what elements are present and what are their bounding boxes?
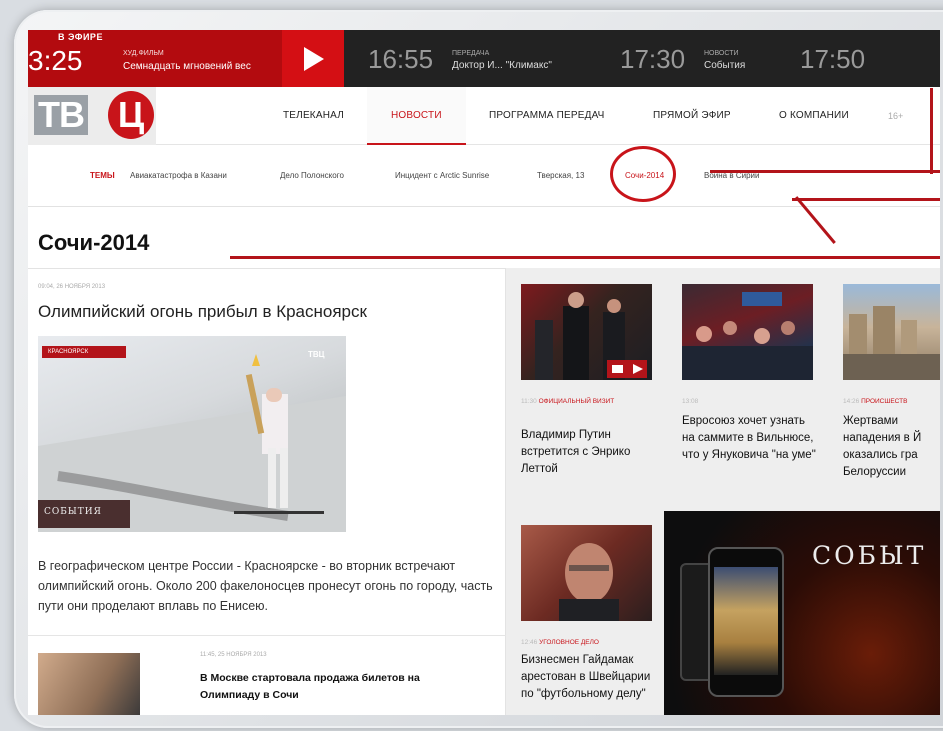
schedule-category: НОВОСТИ xyxy=(704,50,739,57)
secondary-story-title[interactable]: В Москве стартовала продажа билетов на О… xyxy=(200,670,460,704)
card-meta: 11:30 ОФИЦИАЛЬНЫЙ ВИЗИТ xyxy=(521,397,641,406)
main-story-date: 09:04, 26 НОЯБРЯ 2013 xyxy=(38,284,106,290)
photo-caption-bottom: СОБЫТИЯ xyxy=(44,507,102,517)
events-app-promo[interactable]: СОБЫТ xyxy=(664,511,940,715)
nav-pryamoy-efir[interactable]: ПРЯМОЙ ЭФИР xyxy=(653,87,731,145)
browser-screen: В ЭФИРЕ 3:25 ХУД.ФИЛЬМ Семнадцать мгнове… xyxy=(28,30,940,715)
now-genre: ХУД.ФИЛЬМ xyxy=(123,50,164,57)
nav-programma[interactable]: ПРОГРАММА ПЕРЕДАЧ xyxy=(489,87,605,145)
promo-word: СОБЫТ xyxy=(812,541,927,570)
card-image[interactable] xyxy=(843,284,940,380)
card-image[interactable] xyxy=(521,525,652,621)
businessman-image xyxy=(559,543,619,621)
topic-link[interactable]: Тверская, 13 xyxy=(537,171,584,180)
card-title[interactable]: Евросоюз хочет узнать на саммите в Вильн… xyxy=(682,413,816,464)
schedule-item[interactable]: 17:30 НОВОСТИ События xyxy=(620,30,790,87)
card-category: ПРОИСШЕСТВ xyxy=(861,398,908,405)
card-time: 14:26 xyxy=(843,398,860,405)
tvc-logo[interactable]: ТВ Ц xyxy=(28,87,156,145)
card-image[interactable] xyxy=(682,284,813,380)
now-tag: В ЭФИРЕ xyxy=(58,32,103,42)
nav-novosti[interactable]: НОВОСТИ xyxy=(367,87,466,145)
city-image xyxy=(843,306,940,380)
card-time: 13:08 xyxy=(682,398,699,405)
main-story-title[interactable]: Олимпийский огонь прибыл в Красноярск xyxy=(38,302,367,322)
annotation-line xyxy=(930,88,933,174)
schedule-time: 16:55 xyxy=(368,44,434,74)
phone-screen xyxy=(714,567,778,675)
tickets-thumbnail[interactable] xyxy=(38,653,140,715)
now-time: 3:25 xyxy=(28,45,83,76)
annotation-line xyxy=(230,256,940,259)
secondary-story-date: 11:45, 25 НОЯБРЯ 2013 xyxy=(200,652,267,658)
annotation-line xyxy=(710,170,940,173)
card-title[interactable]: Владимир Путин встретится с Энрико Летто… xyxy=(521,427,655,478)
schedule-category: ПЕРЕДАЧА xyxy=(452,50,490,57)
site-header: ТВ Ц ТЕЛЕКАНАЛ НОВОСТИ ПРОГРАММА ПЕРЕДАЧ… xyxy=(28,87,940,145)
logo-ts: Ц xyxy=(108,91,154,139)
torchbearer-image xyxy=(38,346,346,532)
schedule-bar: В ЭФИРЕ 3:25 ХУД.ФИЛЬМ Семнадцать мгнове… xyxy=(28,30,940,87)
card-category: УГОЛОВНОЕ ДЕЛО xyxy=(539,639,599,646)
card-title[interactable]: Жертвами нападения в Й оказались гра Бел… xyxy=(843,413,940,481)
phone-image xyxy=(708,547,784,697)
card-category: ОФИЦИАЛЬНЫЙ ВИЗИТ xyxy=(538,398,615,405)
nav-telekanal[interactable]: ТЕЛЕКАНАЛ xyxy=(283,87,344,145)
card-image[interactable] xyxy=(521,284,652,380)
topic-link[interactable]: Дело Полонского xyxy=(280,171,344,180)
age-rating: 16+ xyxy=(888,111,904,121)
highlight-circle xyxy=(610,146,676,202)
annotation-line xyxy=(792,198,940,201)
main-story-lead: В географическом центре России - Красноя… xyxy=(38,559,493,613)
main-story-photo[interactable] xyxy=(38,336,346,532)
schedule-time: 17:30 xyxy=(620,44,686,74)
card-title[interactable]: Бизнесмен Гайдамак арестован в Швейцарии… xyxy=(521,652,655,715)
logo-tv: ТВ xyxy=(34,95,88,135)
now-title: Семнадцать мгновений вес xyxy=(123,61,251,72)
card-meta: 14:26 ПРОИСШЕСТВ xyxy=(843,397,940,406)
card-meta: 12:46 УГОЛОВНОЕ ДЕЛО xyxy=(521,638,652,647)
photo-logo: ТВЦ xyxy=(308,350,325,359)
now-playing[interactable]: В ЭФИРЕ 3:25 ХУД.ФИЛЬМ Семнадцать мгнове… xyxy=(28,30,282,87)
play-button[interactable] xyxy=(282,30,344,87)
protest-image xyxy=(682,292,813,380)
page-title: Сочи-2014 xyxy=(38,230,150,255)
topic-link[interactable]: Авиакатастрофа в Казани xyxy=(130,171,227,180)
play-icon xyxy=(304,47,324,71)
schedule-name: События xyxy=(704,60,746,71)
topics-label: ТЕМЫ xyxy=(90,171,115,180)
topic-link[interactable]: Инцидент с Arctic Sunrise xyxy=(395,171,489,180)
card-time: 11:30 xyxy=(521,398,537,405)
schedule-item[interactable]: 17:50 xyxy=(800,30,940,87)
nav-o-kompanii[interactable]: О КОМПАНИИ xyxy=(779,87,849,145)
schedule-name: Доктор И... "Климакс" xyxy=(452,60,552,71)
card-time: 12:46 xyxy=(521,639,538,646)
photo-caption-top: КРАСНОЯРСК xyxy=(48,349,89,355)
officials-image xyxy=(535,292,647,380)
divider xyxy=(28,635,506,636)
schedule-item[interactable]: 16:55 ПЕРЕДАЧА Доктор И... "Климакс" xyxy=(368,30,608,87)
schedule-time: 17:50 xyxy=(800,44,866,74)
card-meta: 13:08 xyxy=(682,397,698,406)
